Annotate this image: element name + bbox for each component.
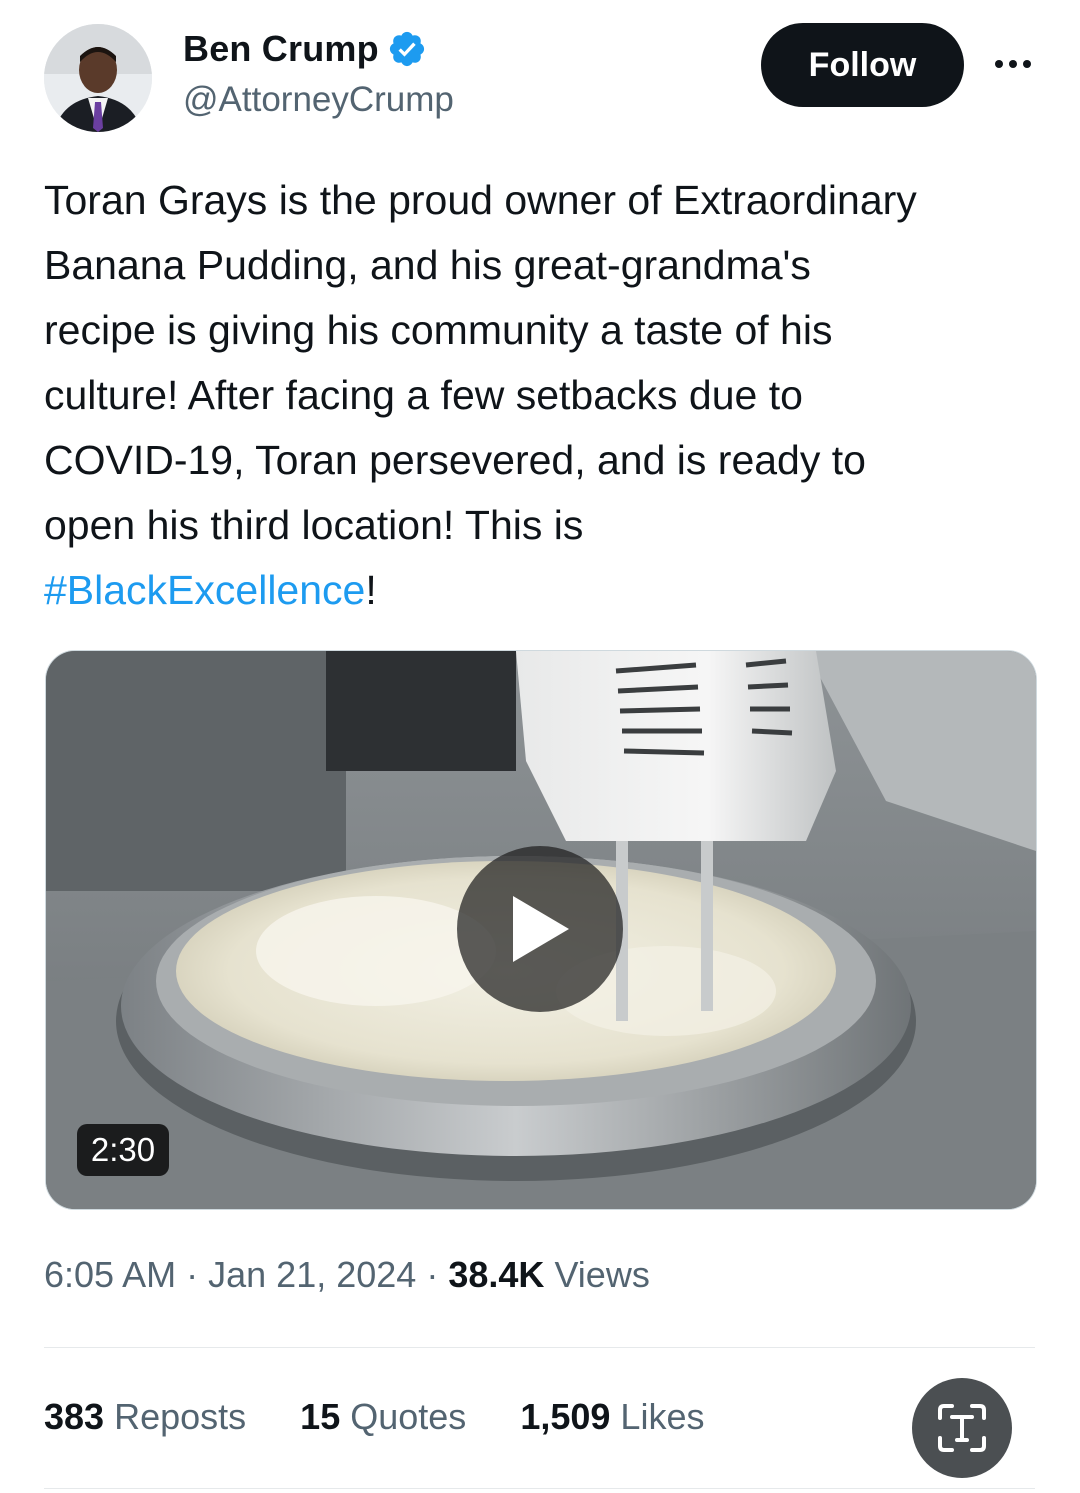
video-duration: 2:30 — [77, 1124, 169, 1176]
tweet-header: Ben Crump @AttorneyCrump Follow — [0, 0, 1080, 140]
likes-count: 1,509 — [520, 1396, 611, 1437]
tweet-text-line: Banana Pudding, and his great-grandma's — [44, 242, 811, 288]
views-count: 38.4K — [448, 1254, 545, 1295]
views-label: Views — [554, 1254, 650, 1295]
tweet-text-line: recipe is giving his community a taste o… — [44, 307, 833, 353]
quotes-label: Quotes — [350, 1396, 467, 1437]
hashtag-suffix: ! — [365, 567, 377, 613]
meta-separator: · — [426, 1254, 439, 1295]
tweet-meta: 6:05 AM · Jan 21, 2024 · 38.4K Views — [44, 1254, 650, 1296]
author-name[interactable]: Ben Crump — [183, 28, 379, 70]
tweet-text: Toran Grays is the proud owner of Extrao… — [44, 168, 1044, 623]
meta-separator: · — [186, 1254, 199, 1295]
tweet-text-line: COVID-19, Toran persevered, and is ready… — [44, 437, 866, 483]
likes-stat[interactable]: 1,509 Likes — [520, 1396, 704, 1438]
quotes-stat[interactable]: 15 Quotes — [300, 1396, 466, 1438]
tweet-text-line: open his third location! This is — [44, 502, 584, 548]
author-name-row: Ben Crump — [183, 28, 427, 70]
author-handle[interactable]: @AttorneyCrump — [183, 80, 454, 120]
divider — [44, 1488, 1035, 1489]
tweet-date[interactable]: Jan 21, 2024 — [208, 1254, 416, 1295]
divider — [44, 1347, 1035, 1348]
reposts-label: Reposts — [114, 1396, 247, 1437]
more-horizontal-icon[interactable] — [988, 50, 1038, 78]
reposts-stat[interactable]: 383 Reposts — [44, 1396, 246, 1438]
verified-badge-icon — [389, 31, 424, 67]
hashtag-link[interactable]: #BlackExcellence — [44, 567, 365, 613]
text-scan-icon[interactable] — [912, 1378, 1012, 1478]
reposts-count: 383 — [44, 1396, 105, 1437]
tweet-text-line: #BlackExcellence! — [44, 558, 1044, 623]
author-avatar[interactable] — [44, 24, 152, 132]
play-icon[interactable] — [457, 846, 623, 1012]
engagement-stats: 383 Reposts 15 Quotes 1,509 Likes — [44, 1396, 758, 1438]
tweet-text-line: culture! After facing a few setbacks due… — [44, 372, 803, 418]
tweet-text-line: Toran Grays is the proud owner of Extrao… — [44, 177, 917, 223]
follow-button[interactable]: Follow — [761, 23, 964, 107]
tweet-time[interactable]: 6:05 AM — [44, 1254, 176, 1295]
likes-label: Likes — [620, 1396, 705, 1437]
quotes-count: 15 — [300, 1396, 341, 1437]
